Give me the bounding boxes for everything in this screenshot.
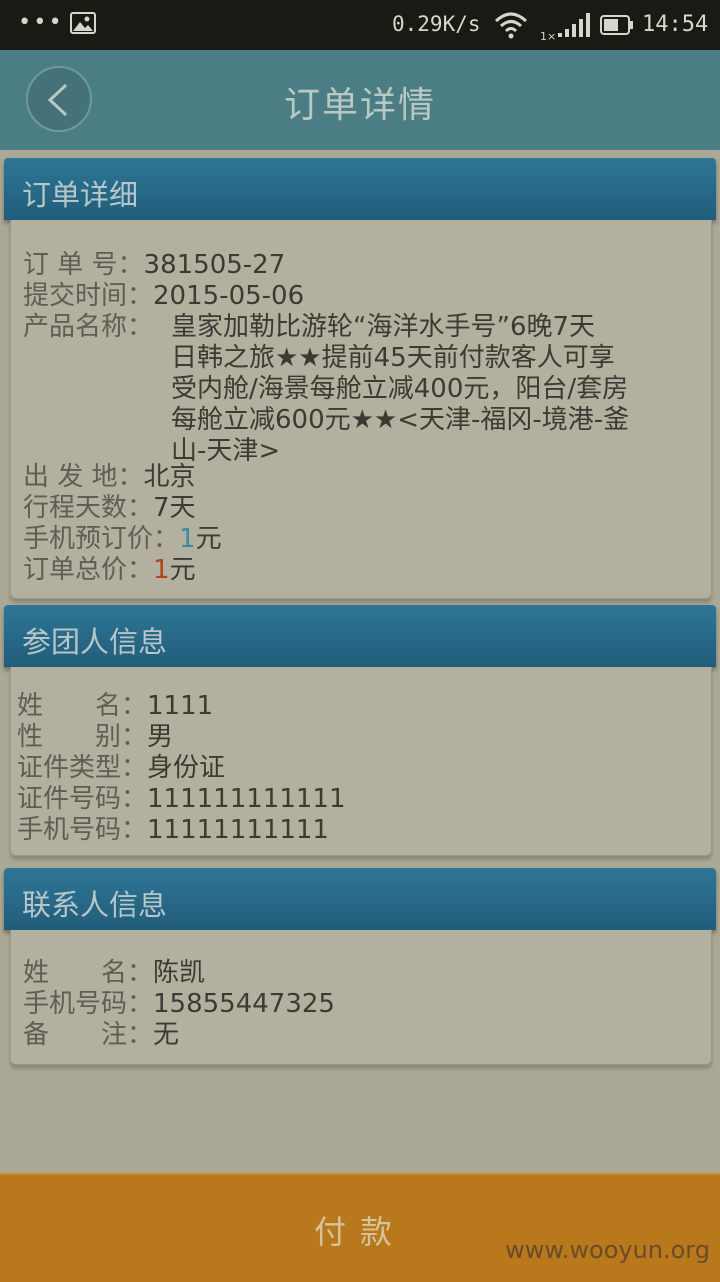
battery-icon [600, 15, 633, 35]
participant-info-title: 参团人信息 [22, 625, 168, 659]
mobile-price-row: 手机预订价：1元 [23, 524, 222, 555]
order-no-row: 订 单 号：381505-27 [23, 250, 285, 281]
mobile-price-label: 手机预订价： [23, 524, 180, 554]
total-price-row: 订单总价：1元 [23, 555, 196, 586]
contact-name-row: 姓 名：陈凯 [23, 958, 205, 989]
contact-info-title: 联系人信息 [22, 888, 168, 922]
total-price-unit: 元 [169, 555, 196, 585]
participant-name-value: 1111 [147, 691, 214, 721]
product-line: 受内舱/海景每舱立减400元，阳台/套房 [171, 374, 629, 404]
page-title: 订单详情 [283, 85, 436, 126]
clock: 14:54 [642, 12, 709, 37]
order-details-card: 订 单 号：381505-27 提交时间：2015-05-06 产品名称： 皇家… [10, 220, 712, 599]
contact-name-label: 姓 名： [23, 958, 154, 988]
trip-days-value: 7天 [153, 493, 196, 523]
order-details-header: 订单详细 [4, 158, 716, 220]
departure-value: 北京 [143, 462, 196, 492]
participant-info-header: 参团人信息 [4, 605, 716, 667]
participant-id-type-value: 身份证 [147, 753, 226, 783]
total-price-value: 1 [153, 555, 170, 585]
participant-id-type-row: 证件类型：身份证 [17, 753, 225, 784]
participant-phone-value: 11111111111 [147, 815, 329, 845]
participant-id-no-label: 证件号码： [17, 784, 148, 814]
contact-info-header: 联系人信息 [4, 868, 716, 930]
total-price-label: 订单总价： [23, 555, 154, 585]
product-line: 山-天津> [171, 436, 281, 466]
participant-gender-row: 性 别：男 [17, 722, 173, 753]
contact-phone-value: 15855447325 [153, 989, 335, 1019]
image-notification-icon [70, 12, 96, 34]
product-line: 每舱立减600元★★<天津-福冈-境港-釜 [171, 405, 630, 435]
wifi-icon [494, 12, 528, 39]
participant-gender-value: 男 [147, 722, 174, 752]
product-name-label: 产品名称： [23, 312, 154, 342]
status-bar: ••• 0.29K/s 1× 14:54 [0, 0, 720, 50]
product-name-value: 皇家加勒比游轮“海洋水手号”6晚7天 日韩之旅★★提前45天前付款客人可享 受内… [171, 312, 629, 467]
contact-info-card: 姓 名：陈凯 手机号码：15855447325 备 注：无 [10, 930, 712, 1065]
network-speed: 0.29K/s [392, 12, 481, 36]
order-no-label: 订 单 号： [23, 250, 144, 280]
contact-remark-label: 备 注： [23, 1020, 154, 1050]
title-bar: 订单详情 [0, 50, 720, 150]
participant-phone-label: 手机号码： [17, 815, 148, 845]
participant-id-no-row: 证件号码：111111111111 [17, 784, 346, 815]
contact-name-value: 陈凯 [153, 958, 206, 988]
signal-label: 1× [540, 30, 556, 41]
departure-label: 出 发 地： [23, 462, 144, 492]
participant-gender-label: 性 别： [17, 722, 148, 752]
participant-info-card: 姓 名：1111 性 别：男 证件类型：身份证 证件号码：11111111111… [10, 667, 712, 856]
product-name-label-row: 产品名称： [23, 312, 153, 343]
trip-days-row: 行程天数：7天 [23, 493, 196, 524]
participant-name-row: 姓 名：1111 [17, 691, 213, 722]
contact-remark-row: 备 注：无 [23, 1020, 179, 1051]
order-no-value: 381505-27 [143, 250, 286, 280]
participant-id-no-value: 111111111111 [147, 784, 346, 814]
product-line: 日韩之旅★★提前45天前付款客人可享 [171, 343, 615, 373]
trip-days-label: 行程天数： [23, 493, 154, 523]
order-details-title: 订单详细 [22, 178, 139, 212]
participant-name-label: 姓 名： [17, 691, 148, 721]
mobile-price-value: 1 [179, 524, 196, 554]
submit-time-row: 提交时间：2015-05-06 [23, 281, 304, 312]
mobile-price-unit: 元 [195, 524, 222, 554]
watermark: www.wooyun.org [505, 1236, 710, 1264]
contact-remark-value: 无 [153, 1020, 180, 1050]
contact-phone-label: 手机号码： [23, 989, 154, 1019]
departure-row: 出 发 地：北京 [23, 462, 196, 493]
contact-phone-row: 手机号码：15855447325 [23, 989, 335, 1020]
submit-time-label: 提交时间： [23, 281, 154, 311]
participant-phone-row: 手机号码：11111111111 [17, 815, 329, 846]
cellular-signal-icon: 1× [540, 13, 590, 41]
participant-id-type-label: 证件类型： [17, 753, 148, 783]
notification-dots-icon: ••• [18, 10, 64, 35]
product-line: 皇家加勒比游轮“海洋水手号”6晚7天 [171, 312, 596, 342]
submit-time-value: 2015-05-06 [153, 281, 305, 311]
pay-button[interactable]: 付款 [0, 1173, 720, 1282]
